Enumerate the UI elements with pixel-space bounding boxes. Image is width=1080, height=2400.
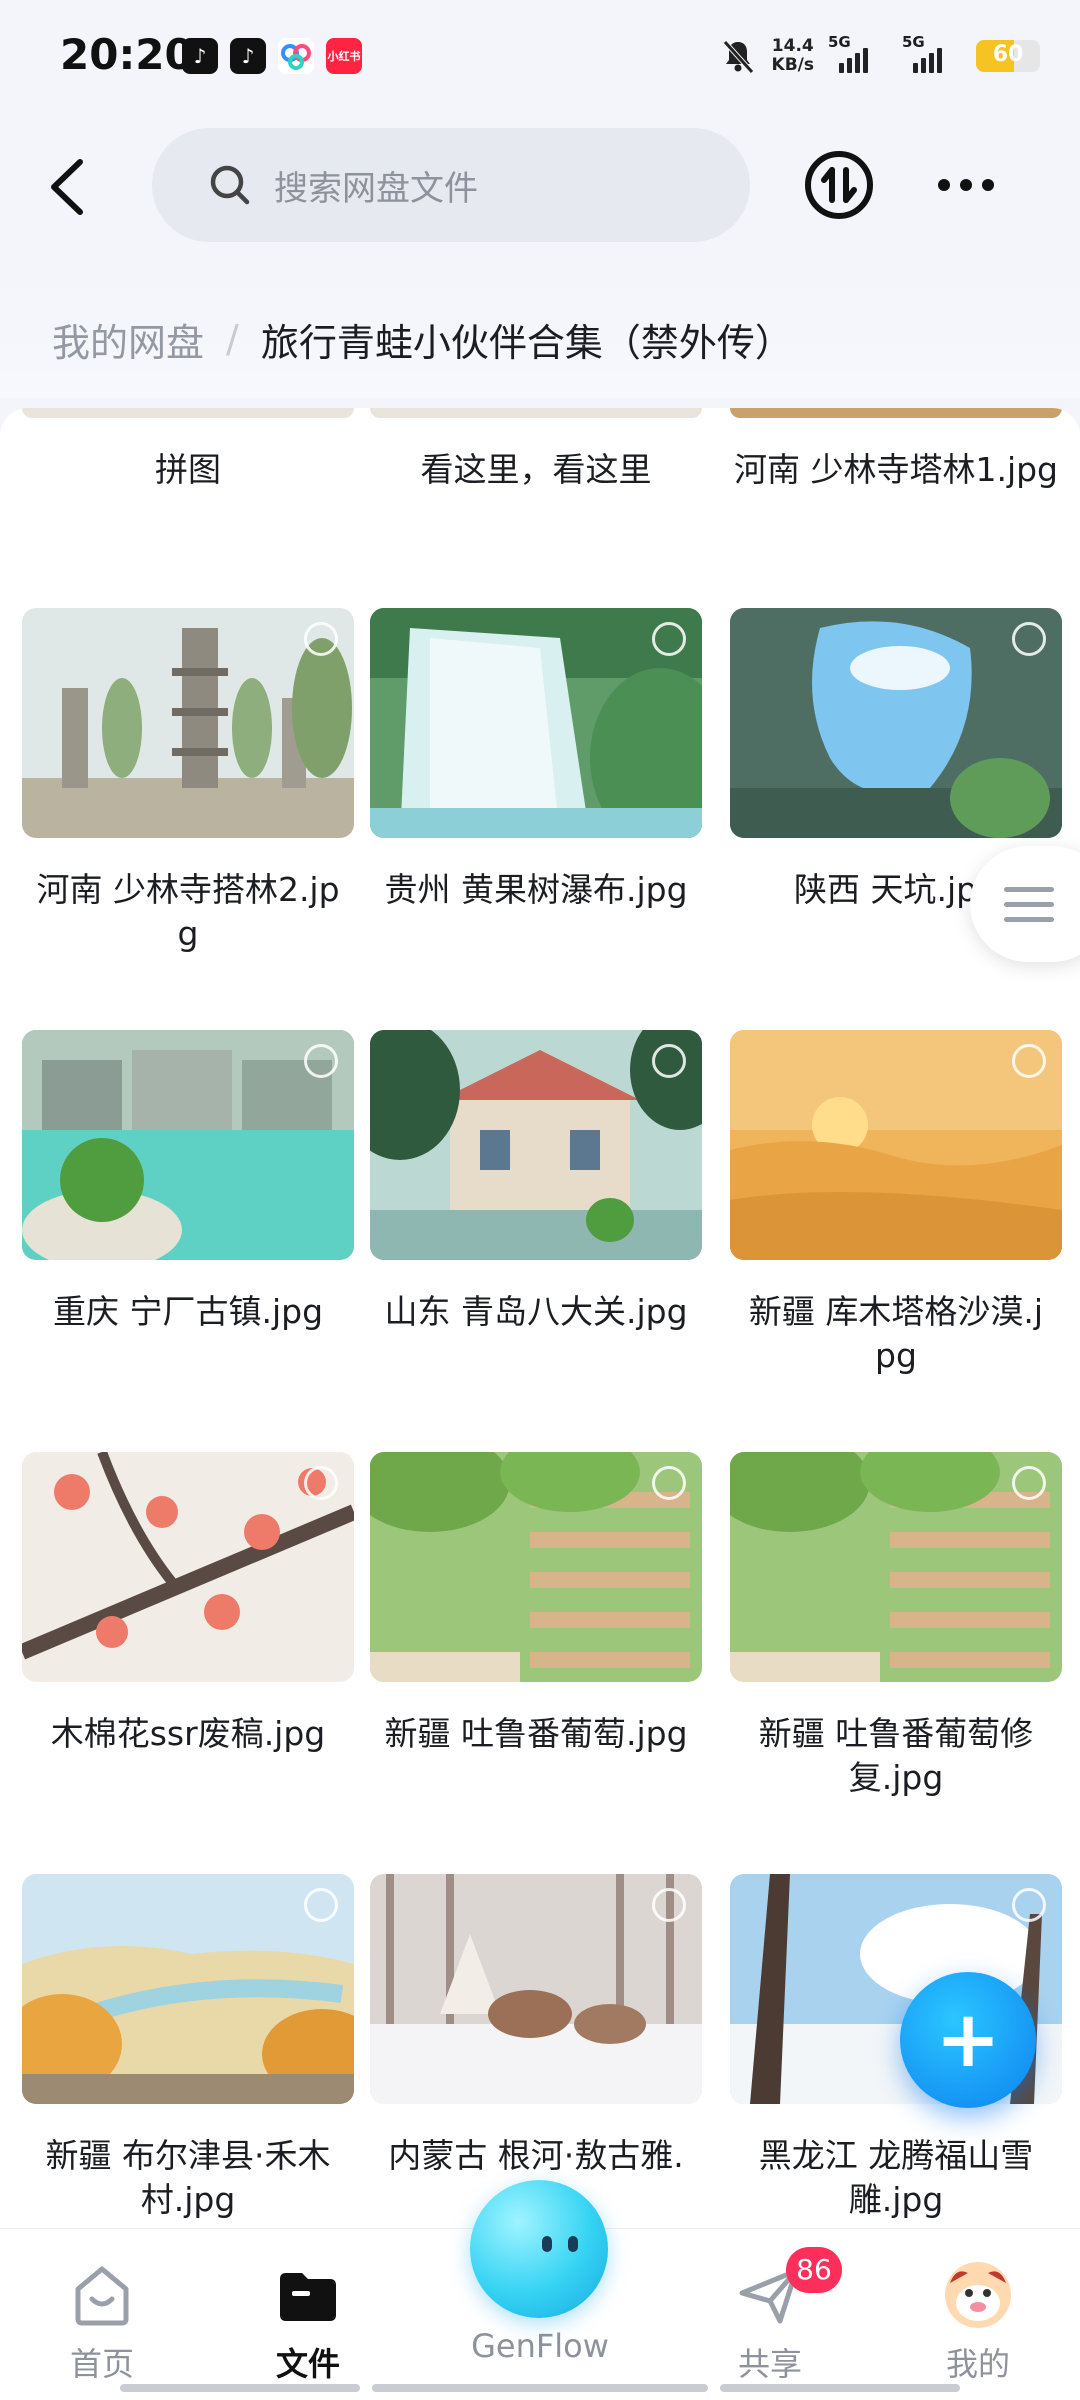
- select-checkbox[interactable]: [304, 622, 338, 656]
- battery-indicator: 60: [976, 40, 1040, 72]
- file-tile[interactable]: 新疆 库木塔格沙漠.jpg: [730, 1030, 1062, 1378]
- avatar-icon: [945, 2262, 1011, 2328]
- file-name[interactable]: 拼图: [8, 448, 368, 492]
- file-name: 新疆 库木塔格沙漠.jpg: [748, 1292, 1044, 1375]
- file-tile[interactable]: 重庆 宁厂古镇.jpg: [22, 1030, 354, 1334]
- select-checkbox[interactable]: [1012, 1888, 1046, 1922]
- file-name: 新疆 吐鲁番葡萄.jpg: [384, 1714, 688, 1753]
- genflow-orb-icon[interactable]: [470, 2180, 608, 2318]
- file-tile[interactable]: 山东 青岛八大关.jpg: [370, 1030, 702, 1334]
- net-speed: 14.4 KB/s: [771, 36, 814, 75]
- file-name[interactable]: 河南 少林寺塔林1.jpg: [716, 448, 1076, 492]
- more-dots-icon: [938, 179, 994, 191]
- nav-files[interactable]: 文件: [218, 2259, 398, 2385]
- side-menu-handle[interactable]: [970, 846, 1080, 962]
- more-button[interactable]: [934, 160, 998, 210]
- xiaohongshu-icon: 小红书: [326, 38, 362, 74]
- breadcrumb-root[interactable]: 我的网盘: [52, 312, 204, 367]
- chevron-left-icon: [51, 159, 83, 215]
- select-checkbox[interactable]: [304, 1044, 338, 1078]
- search-icon: [210, 165, 250, 205]
- baidu-netdisk-icon: [278, 38, 314, 74]
- file-tile[interactable]: 贵州 黄果树瀑布.jpg: [370, 608, 702, 912]
- file-thumbnail: [370, 1452, 702, 1682]
- select-checkbox[interactable]: [1012, 1044, 1046, 1078]
- file-thumbnail: [370, 608, 702, 838]
- signal-2: 5G: [902, 33, 962, 73]
- file-name: 山东 青岛八大关.jpg: [384, 1292, 688, 1331]
- select-checkbox[interactable]: [652, 1466, 686, 1500]
- file-name[interactable]: 看这里，看这里: [356, 448, 716, 492]
- select-checkbox[interactable]: [304, 1466, 338, 1500]
- file-grid: 拼图 看这里，看这里 河南 少林寺塔林1.jpg 河南 少林寺搭林2.jpg 贵…: [0, 408, 1080, 2228]
- breadcrumb-separator: /: [226, 317, 239, 361]
- select-checkbox[interactable]: [652, 1044, 686, 1078]
- select-checkbox[interactable]: [652, 1888, 686, 1922]
- select-checkbox[interactable]: [1012, 622, 1046, 656]
- file-thumbnail: [22, 608, 354, 838]
- file-name: 新疆 布尔津县·禾木村.jpg: [45, 2136, 331, 2219]
- file-thumbnail: [370, 1030, 702, 1260]
- gesture-bar: [720, 2384, 960, 2392]
- file-thumbnail: [22, 1452, 354, 1682]
- search-input[interactable]: 搜索网盘文件: [152, 128, 750, 242]
- mute-bell-icon: [722, 40, 754, 74]
- nav-genflow[interactable]: GenFlow: [450, 2327, 630, 2365]
- gesture-bar: [372, 2384, 708, 2392]
- breadcrumb: 我的网盘 / 旅行青蛙小伙伴合集（禁外传）: [0, 280, 1080, 398]
- file-thumbnail: [730, 1030, 1062, 1260]
- file-name: 贵州 黄果树瀑布.jpg: [384, 870, 688, 909]
- breadcrumb-current: 旅行青蛙小伙伴合集（禁外传）: [260, 320, 793, 365]
- transfer-button[interactable]: [802, 148, 876, 222]
- search-placeholder: 搜索网盘文件: [274, 168, 478, 209]
- home-icon: [75, 2266, 129, 2326]
- file-name: 黑龙江 龙腾福山雪雕.jpg: [758, 2136, 1034, 2219]
- add-button[interactable]: +: [900, 1972, 1036, 2108]
- partial-top-row: 拼图 看这里，看这里 河南 少林寺塔林1.jpg: [0, 408, 1080, 548]
- file-name: 重庆 宁厂古镇.jpg: [52, 1292, 324, 1331]
- folder-icon: [280, 2273, 336, 2321]
- back-button[interactable]: [40, 152, 96, 222]
- nav-share[interactable]: 86 共享: [680, 2247, 860, 2385]
- file-name: 新疆 吐鲁番葡萄修复.jpg: [758, 1714, 1034, 1797]
- file-thumbnail: [22, 1030, 354, 1260]
- tiktok-icon: ♪: [182, 38, 218, 74]
- nav-profile[interactable]: 我的: [888, 2259, 1068, 2385]
- file-tile[interactable]: 内蒙古 根河·敖古雅.jpg: [370, 1874, 702, 2222]
- nav-home[interactable]: 首页: [12, 2259, 192, 2385]
- gesture-bar: [120, 2384, 360, 2392]
- file-tile[interactable]: 木棉花ssr废稿.jpg: [22, 1452, 354, 1756]
- file-thumbnail: [730, 608, 1062, 838]
- file-name: 木棉花ssr废稿.jpg: [50, 1714, 326, 1753]
- file-thumbnail: [730, 1452, 1062, 1682]
- file-tile[interactable]: 新疆 吐鲁番葡萄.jpg: [370, 1452, 702, 1756]
- top-bar: 搜索网盘文件: [0, 112, 1080, 262]
- status-indicators: 14.4 KB/s 5G 5G 60: [718, 32, 1040, 80]
- notification-badge: 86: [786, 2247, 842, 2293]
- tiktok-icon: ♪: [230, 38, 266, 74]
- status-time: 20:20: [60, 30, 194, 79]
- select-checkbox[interactable]: [652, 622, 686, 656]
- file-tile[interactable]: 河南 少林寺搭林2.jpg: [22, 608, 354, 956]
- file-tile[interactable]: 新疆 吐鲁番葡萄修复.jpg: [730, 1452, 1062, 1800]
- status-bar: 20:20 ♪ ♪ 小红书 14.4 KB/s 5G 5G 60: [0, 0, 1080, 112]
- file-thumbnail: [22, 1874, 354, 2104]
- file-tile[interactable]: 新疆 布尔津县·禾木村.jpg: [22, 1874, 354, 2222]
- select-checkbox[interactable]: [1012, 1466, 1046, 1500]
- signal-1: 5G: [828, 33, 888, 73]
- select-checkbox[interactable]: [304, 1888, 338, 1922]
- file-thumbnail: [370, 1874, 702, 2104]
- transfer-arrows-icon: [805, 151, 873, 219]
- file-name: 河南 少林寺搭林2.jpg: [36, 870, 340, 953]
